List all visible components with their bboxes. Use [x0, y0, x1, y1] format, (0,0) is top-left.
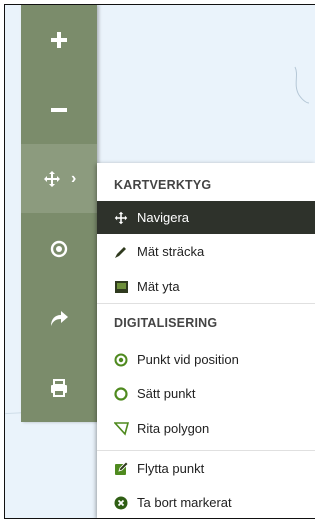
share-button[interactable]: [21, 284, 97, 353]
position-point-icon: [114, 353, 136, 367]
menu-item-navigera[interactable]: Navigera: [97, 201, 315, 234]
menu-item-satt-punkt[interactable]: Sätt punkt: [97, 377, 315, 410]
locate-button[interactable]: [21, 214, 97, 283]
map-coastline: [294, 66, 310, 104]
menu-item-punkt-vid-position[interactable]: Punkt vid position: [97, 343, 315, 376]
menu-item-label: Mät sträcka: [137, 244, 205, 259]
menu-item-label: Punkt vid position: [137, 352, 239, 367]
plus-icon: [51, 31, 67, 48]
minus-icon: [51, 107, 67, 112]
delete-icon: [114, 496, 136, 510]
menu-item-rita-polygon[interactable]: Rita polygon: [97, 412, 315, 445]
zoom-in-button[interactable]: [21, 5, 97, 74]
map-toolbar: ›: [21, 5, 97, 422]
menu-item-label: Rita polygon: [137, 421, 210, 436]
move-icon: [114, 211, 136, 225]
map-frame[interactable]: › KARTVERKTYG Navigera Mät sträcka Mät y…: [4, 4, 315, 519]
divider: [97, 450, 315, 451]
menu-item-flytta-punkt[interactable]: Flytta punkt: [97, 452, 315, 485]
ruler-pen-icon: [114, 245, 136, 259]
share-arrow-icon: [51, 310, 68, 326]
zoom-out-button[interactable]: [21, 75, 97, 144]
move-icon: [44, 170, 60, 187]
divider: [97, 303, 315, 304]
polygon-icon: [114, 421, 136, 436]
map-tools-button[interactable]: ›: [21, 144, 97, 213]
menu-item-label: Sätt punkt: [137, 386, 196, 401]
menu-item-label: Navigera: [137, 210, 190, 225]
chevron-right-icon: ›: [71, 170, 77, 187]
map-tools-menu: KARTVERKTYG Navigera Mät sträcka Mät yta…: [97, 163, 315, 518]
print-button[interactable]: [21, 353, 97, 422]
section-title-kartverktyg: KARTVERKTYG: [114, 178, 212, 192]
target-icon: [50, 240, 68, 257]
edit-icon: [114, 461, 136, 476]
menu-item-mat-yta[interactable]: Mät yta: [97, 270, 315, 303]
menu-item-label: Ta bort markerat: [137, 495, 232, 510]
menu-item-mat-stracka[interactable]: Mät sträcka: [97, 235, 315, 268]
printer-icon: [51, 378, 67, 397]
menu-item-ta-bort-markerat[interactable]: Ta bort markerat: [97, 486, 315, 518]
menu-item-label: Flytta punkt: [137, 461, 205, 476]
section-title-digitalisering: DIGITALISERING: [114, 316, 218, 330]
area-icon: [114, 280, 136, 294]
menu-item-label: Mät yta: [137, 279, 180, 294]
circle-point-icon: [114, 386, 136, 401]
